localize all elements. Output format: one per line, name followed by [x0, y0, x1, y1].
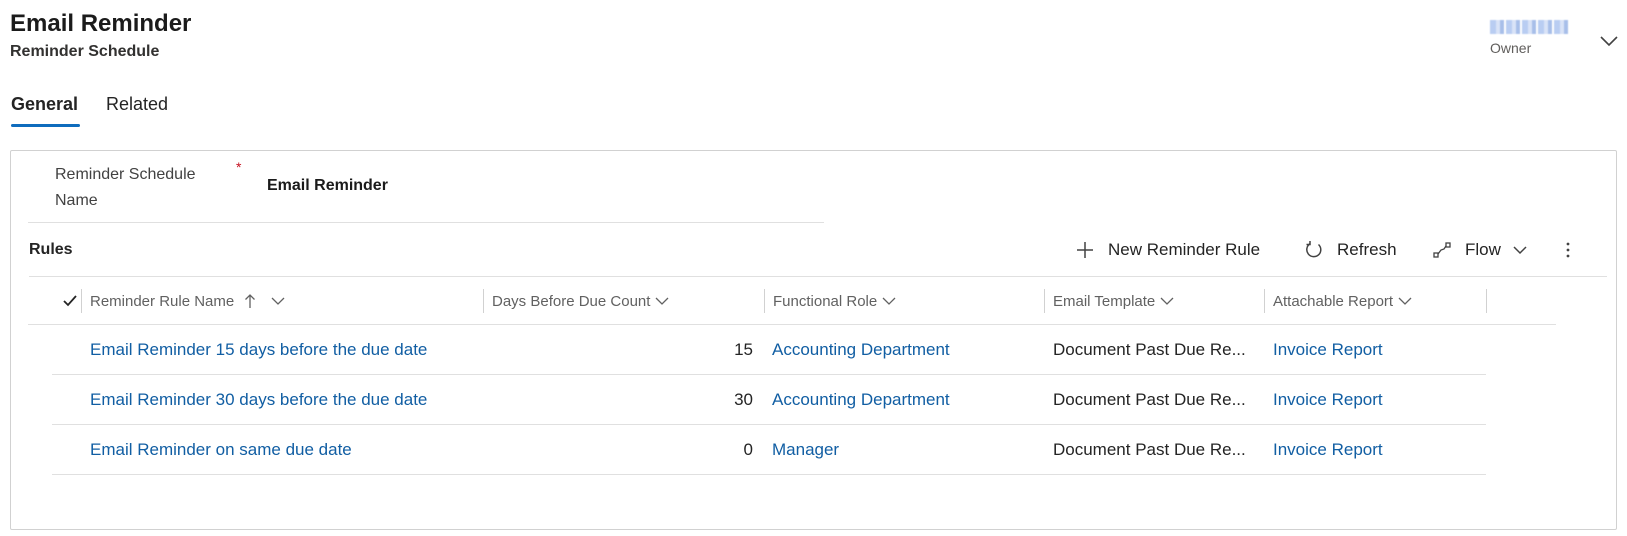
- rules-grid: Reminder Rule Name Days Before Due Count…: [28, 277, 1556, 475]
- chevron-down-icon: [1511, 241, 1542, 259]
- email-template-cell: Document Past Due Re...: [1053, 390, 1246, 409]
- column-header-functional-role[interactable]: Functional Role: [773, 277, 897, 325]
- functional-role-link[interactable]: Accounting Department: [772, 375, 1032, 425]
- column-label: Email Template: [1053, 292, 1156, 310]
- grid-header-row: Reminder Rule Name Days Before Due Count…: [28, 277, 1556, 325]
- days-before-due-count-cell: 30: [734, 390, 753, 409]
- attachable-report-link[interactable]: Invoice Report: [1273, 375, 1473, 425]
- column-separator: [1264, 289, 1265, 313]
- sort-ascending-icon: [244, 293, 256, 309]
- owner-label: Owner: [1490, 40, 1532, 56]
- tab-related[interactable]: Related: [106, 94, 168, 115]
- page-title: Email Reminder: [10, 10, 192, 37]
- flow-label: Flow: [1465, 240, 1501, 259]
- email-template-cell: Document Past Due Re...: [1053, 340, 1246, 359]
- flow-icon: [1432, 240, 1465, 260]
- expand-header-chevron-down-icon[interactable]: [1598, 30, 1620, 52]
- new-reminder-rule-button[interactable]: New Reminder Rule: [1075, 233, 1260, 267]
- days-before-due-count-cell: 15: [734, 340, 753, 359]
- attachable-report-link[interactable]: Invoice Report: [1273, 425, 1473, 475]
- column-separator: [1044, 289, 1045, 313]
- owner-name-redacted[interactable]: [1490, 20, 1568, 34]
- column-separator: [1486, 289, 1487, 313]
- owner-field[interactable]: Owner: [1490, 20, 1580, 58]
- column-header-reminder-rule-name[interactable]: Reminder Rule Name: [90, 277, 286, 325]
- column-separator: [483, 289, 484, 313]
- reminder-rule-name-link[interactable]: Email Reminder 15 days before the due da…: [90, 325, 480, 375]
- email-template-cell: Document Past Due Re...: [1053, 440, 1246, 459]
- chevron-down-icon: [1159, 293, 1175, 309]
- reminder-rule-name-link[interactable]: Email Reminder 30 days before the due da…: [90, 375, 480, 425]
- refresh-label: Refresh: [1337, 240, 1397, 259]
- chevron-down-icon: [1397, 293, 1413, 309]
- chevron-down-icon: [270, 293, 286, 309]
- column-label: Functional Role: [773, 292, 878, 310]
- functional-role-link[interactable]: Manager: [772, 425, 1032, 475]
- column-header-days-before-due-count[interactable]: Days Before Due Count: [492, 277, 670, 325]
- more-commands-button[interactable]: [1564, 233, 1584, 267]
- chevron-down-icon: [881, 293, 897, 309]
- reminder-rule-name-link[interactable]: Email Reminder on same due date: [90, 425, 480, 475]
- field-divider: [28, 222, 824, 223]
- table-row[interactable]: Email Reminder 30 days before the due da…: [52, 375, 1486, 425]
- table-row[interactable]: Email Reminder 15 days before the due da…: [52, 325, 1486, 375]
- add-icon: [1075, 240, 1108, 260]
- reminder-schedule-name-label: Reminder Schedule Name: [55, 166, 196, 209]
- attachable-report-link[interactable]: Invoice Report: [1273, 325, 1473, 375]
- column-separator: [764, 289, 765, 313]
- flow-menu-button[interactable]: Flow: [1432, 233, 1542, 267]
- column-label: Attachable Report: [1273, 292, 1394, 310]
- refresh-icon: [1304, 240, 1337, 260]
- column-header-email-template[interactable]: Email Template: [1053, 277, 1175, 325]
- record-header: Email Reminder Reminder Schedule Owner: [0, 0, 1627, 80]
- functional-role-link[interactable]: Accounting Department: [772, 325, 1032, 375]
- refresh-button[interactable]: Refresh: [1304, 233, 1397, 267]
- new-reminder-rule-label: New Reminder Rule: [1108, 240, 1261, 259]
- table-row[interactable]: Email Reminder on same due date 0 Manage…: [52, 425, 1486, 475]
- column-separator: [81, 289, 82, 313]
- reminder-schedule-name-field[interactable]: Email Reminder: [267, 177, 388, 195]
- select-all-checkmark-icon[interactable]: [60, 291, 80, 311]
- days-before-due-count-cell: 0: [743, 440, 753, 459]
- tab-general[interactable]: General: [11, 94, 78, 115]
- rules-subgrid-title: Rules: [29, 241, 73, 258]
- more-vertical-icon: [1565, 240, 1584, 260]
- entity-subtitle: Reminder Schedule: [10, 43, 160, 60]
- tab-selected-indicator: [11, 124, 80, 127]
- required-indicator: *: [236, 159, 242, 175]
- chevron-down-icon: [654, 293, 670, 309]
- column-header-attachable-report[interactable]: Attachable Report: [1273, 277, 1413, 325]
- column-label: Reminder Rule Name: [90, 292, 235, 310]
- general-section-card: Reminder Schedule Name * Email Reminder …: [10, 150, 1617, 530]
- column-label: Days Before Due Count: [492, 292, 651, 310]
